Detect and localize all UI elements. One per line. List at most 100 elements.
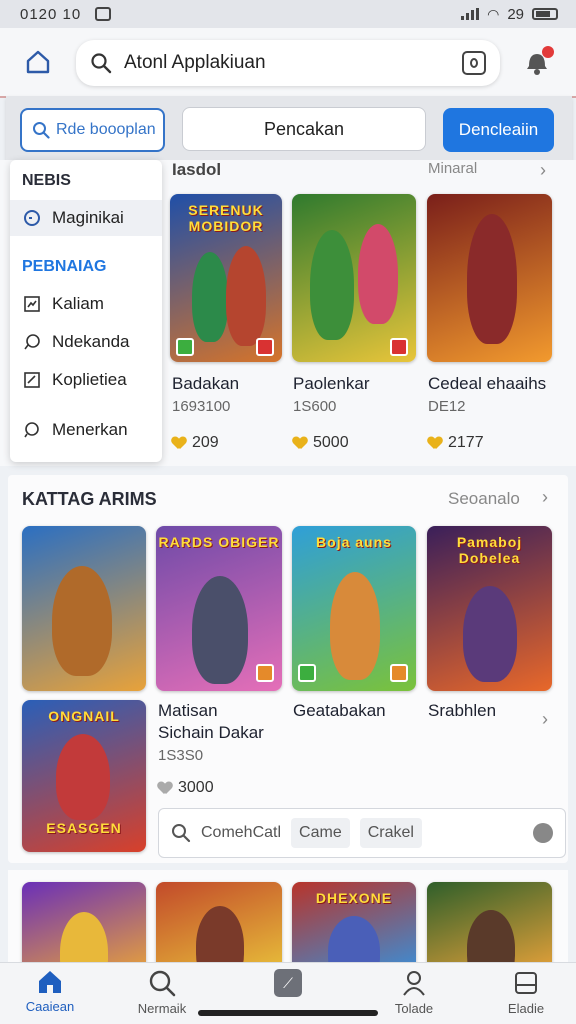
game-title[interactable]: Cedeal ehaaihs [428, 374, 546, 394]
category-section: KATTAG ARIMS Seoanalo › RARDS OBIGER Boj… [8, 475, 568, 863]
game-logo-text: RARDS OBIGER [158, 534, 280, 550]
filter-apply-label: Dencleaiin [458, 120, 539, 139]
tab-search[interactable]: Nermaik [112, 969, 212, 1016]
see-all-link[interactable]: Seoanalo [448, 489, 520, 509]
game-thumbnail[interactable] [22, 526, 146, 691]
notification-button[interactable] [524, 46, 554, 78]
section-label-right: Minaral [428, 160, 478, 177]
game-meta: 1693100 [172, 398, 231, 415]
menu-item[interactable]: Ndekanda [10, 324, 162, 360]
game-search-input[interactable]: ComehCatl Came Crakel [158, 808, 566, 858]
game-logo-text: DHEXONE [315, 890, 393, 906]
chevron-right-icon[interactable]: › [540, 160, 546, 181]
game-likes: 2177 [428, 434, 484, 452]
home-icon [26, 50, 50, 74]
game-logo-text: Boja auns [316, 534, 392, 550]
signal-icon [461, 8, 480, 20]
game-thumbnail[interactable] [156, 882, 282, 974]
user-icon [403, 971, 425, 996]
game-title[interactable]: Badakan [172, 374, 239, 394]
search-icon [172, 824, 191, 843]
tab-profile[interactable]: Tolade [364, 969, 464, 1016]
game-meta: 1S3S0 [158, 747, 204, 764]
heart-icon [428, 437, 442, 449]
game-title[interactable]: Matisan [158, 701, 218, 721]
filter-search-label: Rde boooplan [56, 121, 156, 138]
game-logo-text: ONGNAIL [48, 708, 120, 724]
home-indicator[interactable] [198, 1010, 378, 1016]
game-title[interactable]: Sichain Dakar [158, 723, 264, 743]
search-icon [149, 970, 176, 997]
home-button[interactable] [20, 44, 56, 80]
game-thumbnail[interactable]: ONGNAIL ESASGEN [22, 700, 146, 852]
search-icon [22, 420, 42, 440]
filter-category-button[interactable]: Pencakan [182, 107, 426, 151]
game-thumbnail[interactable]: SERENUK MOBIDOR [170, 194, 282, 362]
battery-icon [532, 8, 558, 20]
section-label: Iasdol [172, 160, 222, 179]
game-likes: 5000 [293, 434, 349, 452]
menu-item-active[interactable]: Maginikai [10, 200, 162, 236]
library-icon [515, 972, 537, 994]
tab-center[interactable]: ⟋ [238, 969, 338, 997]
filter-category-label: Pencakan [263, 118, 345, 139]
filter-bar: Rde boooplan Pencakan Dencleaiin [6, 96, 572, 162]
game-title[interactable]: Srabhlen [428, 701, 496, 721]
menu-item[interactable]: Koplietiea [10, 362, 162, 398]
heart-icon [293, 437, 307, 449]
filter-search-button[interactable]: Rde boooplan [20, 108, 165, 152]
game-thumbnail[interactable] [427, 882, 552, 974]
game-thumbnail[interactable]: Pamaboj Dobelea [427, 526, 552, 691]
game-thumbnail[interactable] [22, 882, 146, 974]
game-thumbnail[interactable]: Boja auns [292, 526, 416, 691]
clock-icon [22, 208, 42, 228]
game-meta: DE12 [428, 398, 466, 415]
section-heading: KATTAG ARIMS [22, 489, 157, 509]
game-thumbnail[interactable] [292, 194, 416, 362]
search-text: Atonl Applakiuan [124, 52, 266, 73]
menu-item[interactable]: Kaliam [10, 286, 162, 322]
heart-icon [172, 437, 186, 449]
menu-heading: NEBIS [22, 172, 71, 189]
camera-icon[interactable] [462, 51, 486, 75]
game-thumbnail[interactable]: RARDS OBIGER [156, 526, 282, 691]
tab-home[interactable]: Caaiean [0, 969, 100, 1014]
game-thumbnail[interactable]: DHEXONE [292, 882, 416, 974]
game-likes: 3000 [158, 779, 214, 797]
category-menu: NEBIS Maginikai PEBNAIAG Kaliam Ndekanda… [10, 160, 162, 462]
game-title[interactable]: Paolenkar [293, 374, 370, 394]
chat-icon [22, 332, 42, 352]
screenshot-icon [95, 7, 112, 21]
menu-heading: PEBNAIAG [22, 258, 107, 275]
chart-icon [22, 294, 42, 314]
wifi-icon: ◠ [487, 5, 500, 22]
search-icon [33, 122, 50, 139]
chevron-right-icon[interactable]: › [542, 487, 548, 508]
top-bar: Atonl Applakiuan [0, 28, 576, 98]
tab-library[interactable]: Eladie [476, 969, 576, 1016]
edit-icon [22, 370, 42, 390]
game-likes: 209 [172, 434, 219, 452]
battery-level: 29 [507, 5, 524, 23]
home-icon [39, 971, 61, 993]
game-meta: 1S600 [293, 398, 337, 415]
status-bar: 0120 10 ◠ 29 [0, 0, 576, 28]
game-thumbnail[interactable] [427, 194, 552, 362]
chevron-right-icon[interactable]: › [542, 709, 548, 730]
search-icon [91, 53, 112, 74]
search-chip[interactable]: Came [291, 818, 350, 848]
search-input[interactable]: Atonl Applakiuan [76, 40, 500, 86]
game-logo-text: ESASGEN [46, 820, 122, 836]
status-time: 0120 10 [20, 5, 82, 23]
menu-item[interactable]: Menerkan [10, 412, 162, 448]
heart-icon [158, 782, 172, 794]
game-logo-text: Pamaboj Dobelea [456, 534, 523, 566]
search-placeholder: ComehCatl [201, 824, 282, 841]
search-chip[interactable]: Crakel [359, 818, 422, 848]
share-icon[interactable] [533, 823, 553, 843]
notification-dot [542, 46, 554, 58]
more-games-section: DHEXONE [8, 870, 568, 974]
filter-apply-button[interactable]: Dencleaiin [443, 108, 554, 152]
game-title[interactable]: Geatabakan [293, 701, 386, 721]
timer-icon: ⟋ [274, 969, 302, 997]
